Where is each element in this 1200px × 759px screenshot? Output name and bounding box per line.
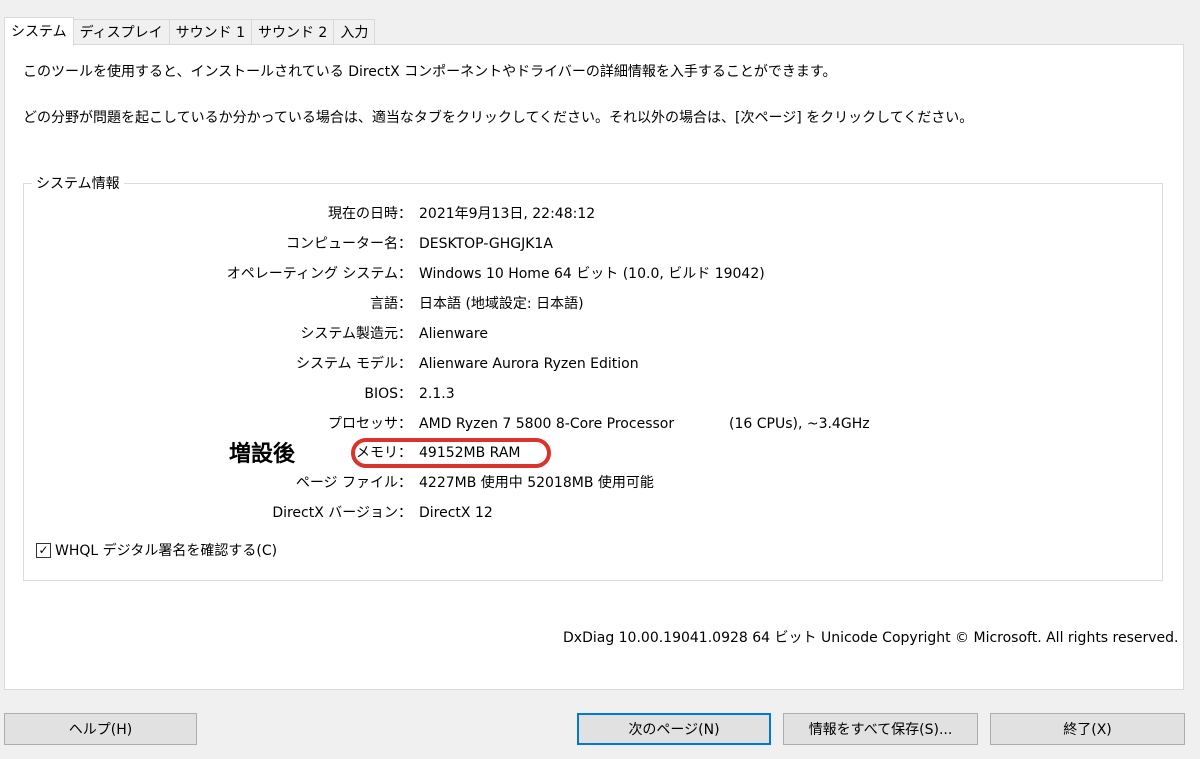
tab-strip: システム ディスプレイ サウンド 1 サウンド 2 入力 bbox=[4, 16, 376, 46]
whql-checkbox[interactable]: ✓ bbox=[36, 542, 51, 558]
whql-checkbox-label: WHQL デジタル署名を確認する(C) bbox=[55, 543, 278, 559]
info-label: BIOS： bbox=[364, 386, 412, 402]
intro-text-1: このツールを使用すると、インストールされている DirectX コンポーネントや… bbox=[23, 64, 837, 80]
info-row-os: オペレーティング システム： Windows 10 Home 64 ビット (1… bbox=[24, 263, 1162, 285]
info-value: Alienware bbox=[419, 326, 488, 342]
info-value: 2021年9月13日, 22:48:12 bbox=[419, 206, 596, 222]
info-row-page-file: ページ ファイル： 4227MB 使用中 52018MB 使用可能 bbox=[24, 472, 1162, 494]
info-label: 言語： bbox=[370, 296, 412, 312]
tab-sound-2[interactable]: サウンド 2 bbox=[250, 19, 335, 45]
info-value: 2.1.3 bbox=[419, 386, 455, 402]
info-row-computer-name: コンピューター名： DESKTOP-GHGJK1A bbox=[24, 233, 1162, 255]
info-label: コンピューター名： bbox=[286, 236, 412, 252]
tab-system[interactable]: システム bbox=[4, 17, 74, 46]
info-label: プロセッサ： bbox=[328, 416, 412, 432]
whql-checkbox-row[interactable]: ✓ WHQL デジタル署名を確認する(C) bbox=[36, 540, 277, 560]
info-value: Alienware Aurora Ryzen Edition bbox=[419, 356, 639, 372]
info-label: 現在の日時： bbox=[328, 206, 412, 222]
info-value: AMD Ryzen 7 5800 8-Core Processor bbox=[419, 416, 675, 432]
info-row-language: 言語： 日本語 (地域設定: 日本語) bbox=[24, 293, 1162, 315]
info-value-cpus: (16 CPUs), ~3.4GHz bbox=[729, 416, 870, 432]
system-tab-panel: このツールを使用すると、インストールされている DirectX コンポーネントや… bbox=[4, 44, 1184, 690]
tab-display[interactable]: ディスプレイ bbox=[72, 19, 170, 45]
info-row-model: システム モデル： Alienware Aurora Ryzen Edition bbox=[24, 353, 1162, 375]
info-label: DirectX バージョン： bbox=[272, 505, 412, 521]
info-value: 49152MB RAM bbox=[419, 445, 521, 461]
info-value: DirectX 12 bbox=[419, 505, 493, 521]
info-row-processor: プロセッサ： AMD Ryzen 7 5800 8-Core Processor… bbox=[24, 413, 1162, 435]
info-row-bios: BIOS： 2.1.3 bbox=[24, 383, 1162, 405]
tab-input[interactable]: 入力 bbox=[333, 19, 376, 45]
info-row-directx-version: DirectX バージョン： DirectX 12 bbox=[24, 502, 1162, 524]
info-label: システム モデル： bbox=[295, 356, 412, 372]
help-button[interactable]: ヘルプ(H) bbox=[4, 713, 197, 745]
info-value: 日本語 (地域設定: 日本語) bbox=[419, 296, 584, 312]
intro-text-2: どの分野が問題を起こしているか分かっている場合は、適当なタブをクリックしてくださ… bbox=[23, 110, 974, 126]
exit-button[interactable]: 終了(X) bbox=[990, 713, 1185, 745]
info-label: ページ ファイル： bbox=[295, 475, 412, 491]
system-info-title: システム情報 bbox=[32, 173, 124, 193]
dxdiag-version-info: DxDiag 10.00.19041.0928 64 ビット Unicode C… bbox=[563, 630, 1179, 646]
system-info-group: システム情報 現在の日時： 2021年9月13日, 22:48:12 コンピュー… bbox=[23, 173, 1163, 581]
next-page-button[interactable]: 次のページ(N) bbox=[577, 713, 771, 745]
info-label: メモリ： bbox=[356, 445, 412, 461]
upgrade-annotation-label: 増設後 bbox=[223, 434, 302, 470]
tab-sound-1[interactable]: サウンド 1 bbox=[168, 19, 252, 45]
info-value: DESKTOP-GHGJK1A bbox=[419, 236, 553, 252]
info-row-datetime: 現在の日時： 2021年9月13日, 22:48:12 bbox=[24, 203, 1162, 225]
info-value: Windows 10 Home 64 ビット (10.0, ビルド 19042) bbox=[419, 266, 765, 282]
info-row-manufacturer: システム製造元： Alienware bbox=[24, 323, 1162, 345]
info-value: 4227MB 使用中 52018MB 使用可能 bbox=[419, 475, 654, 491]
save-all-info-button[interactable]: 情報をすべて保存(S)... bbox=[783, 713, 978, 745]
info-label: オペレーティング システム： bbox=[226, 266, 412, 282]
info-label: システム製造元： bbox=[300, 326, 412, 342]
info-row-memory: メモリ： 49152MB RAM bbox=[24, 442, 1162, 464]
